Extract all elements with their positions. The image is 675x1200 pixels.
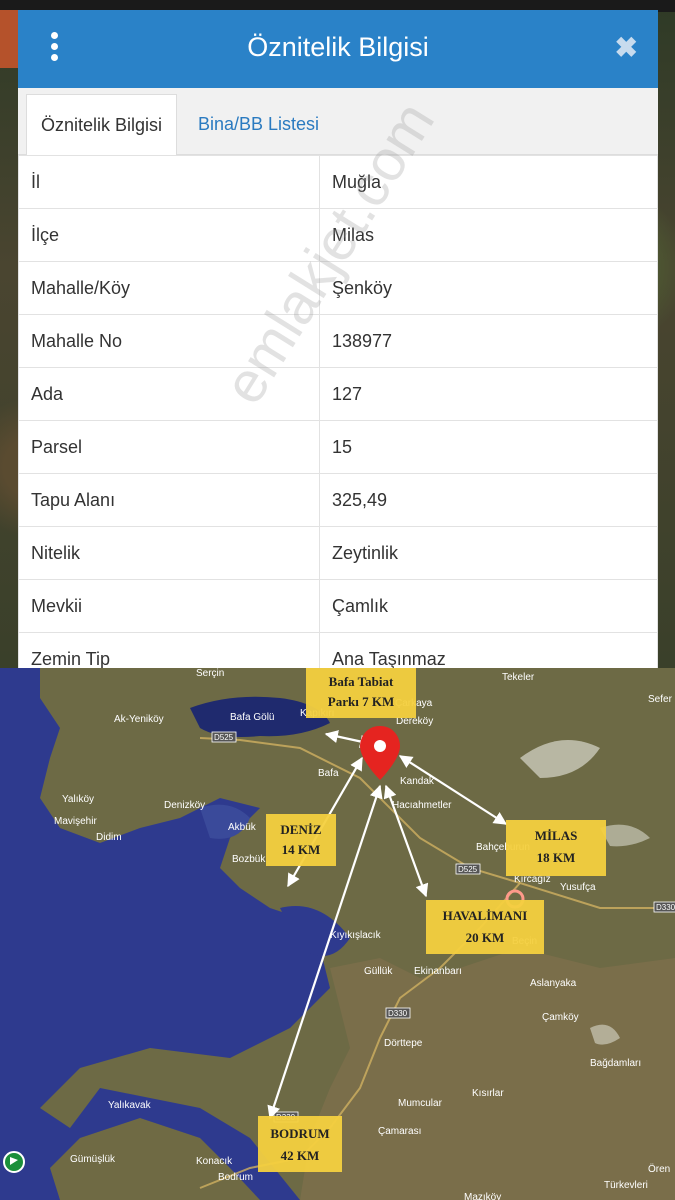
row-key: Mahalle/Köy (18, 261, 320, 315)
callout-havalimani-line1: HAVALİMANI (443, 908, 528, 923)
callout-milas-line2: 18 KM (537, 850, 576, 865)
callout-havalimani-line2: 20 KM (466, 930, 505, 945)
table-row: Zemin Tip Ana Taşınmaz (18, 632, 658, 668)
table-row: Ada 127 (18, 367, 658, 421)
place-label: Sefer (648, 694, 673, 705)
place-label: Tekeler (502, 672, 535, 683)
place-label: Aslanyaka (530, 978, 577, 989)
row-value: Çamlık (319, 579, 658, 633)
place-label: Hacıahmetler (392, 800, 452, 811)
road-label: D330 (388, 1009, 408, 1018)
row-value: 325,49 (319, 473, 658, 527)
row-key: Parsel (18, 420, 320, 474)
place-label: Didim (96, 832, 122, 843)
callout-bodrum-line2: 42 KM (281, 1148, 320, 1163)
table-row: İlçe Milas (18, 208, 658, 262)
place-label: Mazıköy (464, 1192, 501, 1200)
table-row: Parsel 15 (18, 420, 658, 474)
callout-deniz: DENİZ 14 KM (266, 814, 336, 866)
callout-deniz-line2: 14 KM (282, 842, 321, 857)
row-key: Mahalle No (18, 314, 320, 368)
location-map[interactable]: SerçinTekelerSeferAk-YeniköyBafa GölüKap… (0, 668, 675, 1200)
table-row: Mevkii Çamlık (18, 579, 658, 633)
place-label: Bağdamları (590, 1058, 641, 1069)
row-value: Zeytinlik (319, 526, 658, 580)
place-label: Mumcular (398, 1098, 443, 1109)
place-label: Çamköy (542, 1012, 579, 1023)
row-key: İl (18, 155, 320, 209)
table-row: Tapu Alanı 325,49 (18, 473, 658, 527)
callout-havalimani: HAVALİMANI 20 KM (426, 900, 544, 954)
place-label: Yalıköy (62, 794, 94, 805)
place-label: Dörttepe (384, 1038, 423, 1049)
place-label: Mavişehir (54, 816, 97, 827)
row-value: 127 (319, 367, 658, 421)
place-label: Yusufça (560, 882, 596, 893)
place-label: Çamarası (378, 1126, 421, 1137)
map-edge-marker (0, 10, 18, 68)
row-value: Ana Taşınmaz (319, 632, 658, 668)
place-label: Denizköy (164, 800, 205, 811)
callout-milas: MİLAS 18 KM (506, 820, 606, 876)
place-label: Bodrum (218, 1172, 253, 1183)
callout-bafa: Bafa Tabiat Parkı 7 KM (306, 668, 416, 718)
table-row: Mahalle/Köy Şenköy (18, 261, 658, 315)
table-row: Mahalle No 138977 (18, 314, 658, 368)
tab-building-list[interactable]: Bina/BB Listesi (184, 94, 333, 154)
place-label: Bozbük (232, 854, 266, 865)
place-label: Serçin (196, 668, 224, 679)
map-canvas: SerçinTekelerSeferAk-YeniköyBafa GölüKap… (0, 668, 675, 1200)
row-value: Muğla (319, 155, 658, 209)
place-label: Bafa Gölü (230, 712, 274, 723)
place-label: Güllük (364, 966, 393, 977)
table-row: Nitelik Zeytinlik (18, 526, 658, 580)
place-label: Türkevleri (604, 1180, 648, 1191)
callout-bodrum: BODRUM 42 KM (258, 1116, 342, 1172)
row-value: Milas (319, 208, 658, 262)
row-key: Zemin Tip (18, 632, 320, 668)
place-label: Gümüşlük (70, 1154, 116, 1165)
place-label: Kısırlar (472, 1088, 504, 1099)
table-row: İl Muğla (18, 155, 658, 209)
row-key: Nitelik (18, 526, 320, 580)
map-corner-icon[interactable] (3, 1151, 25, 1173)
attribute-panel: Öznitelik Bilgisi ✖ Öznitelik Bilgisi Bi… (18, 10, 658, 668)
row-key: Tapu Alanı (18, 473, 320, 527)
panel-title: Öznitelik Bilgisi (247, 32, 429, 62)
place-label: Ören (648, 1163, 670, 1175)
place-label: Kıyıkışlacık (330, 930, 382, 941)
panel-header: Öznitelik Bilgisi ✖ (18, 10, 658, 88)
row-key: Mevkii (18, 579, 320, 633)
place-label: Ekinanbarı (414, 966, 462, 977)
row-value: 15 (319, 420, 658, 474)
callout-bafa-line2: Parkı 7 KM (328, 694, 394, 709)
row-value: 138977 (319, 314, 658, 368)
callout-milas-line1: MİLAS (535, 828, 578, 843)
tab-attributes[interactable]: Öznitelik Bilgisi (26, 94, 178, 155)
row-key: İlçe (18, 208, 320, 262)
place-label: Konacık (196, 1156, 233, 1167)
panel-tabs: Öznitelik Bilgisi Bina/BB Listesi (18, 88, 658, 155)
place-label: Yalıkavak (108, 1100, 152, 1111)
place-label: Akbük (228, 822, 257, 833)
callout-deniz-line1: DENİZ (280, 822, 322, 837)
attribute-table: İl Muğla İlçe Milas Mahalle/Köy Şenköy Mahalle… (18, 155, 658, 668)
row-value: Şenköy (319, 261, 658, 315)
callout-bafa-line1: Bafa Tabiat (329, 674, 394, 689)
place-label: Bafa (318, 768, 339, 779)
place-label: Ak-Yeniköy (114, 714, 164, 725)
road-label: D525 (458, 865, 478, 874)
row-key: Ada (18, 367, 320, 421)
place-label: Kandak (400, 776, 435, 787)
callout-bodrum-line1: BODRUM (270, 1126, 329, 1141)
road-label: D330 (656, 903, 675, 912)
road-label: D525 (214, 733, 234, 742)
close-icon[interactable]: ✖ (615, 34, 638, 62)
